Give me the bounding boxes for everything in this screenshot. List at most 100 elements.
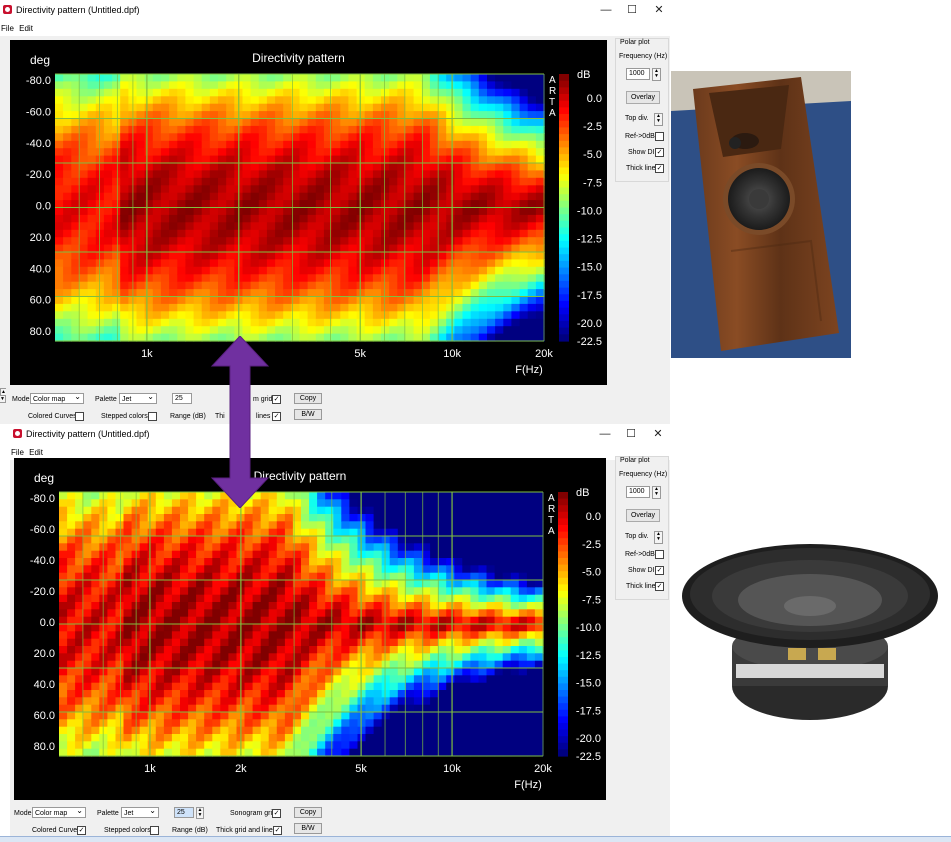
stepped-colors-checkbox[interactable] [150, 826, 159, 835]
window-title: Directivity pattern (Untitled.dpf) [16, 5, 140, 15]
frequency-input[interactable]: 1000 [626, 68, 650, 80]
title-bar[interactable]: Directivity pattern (Untitled.dpf) — ☐ ✕ [0, 0, 670, 22]
palette-select[interactable]: Jet [121, 805, 159, 818]
y-tick-label: 40.0 [30, 263, 51, 275]
ref-0db-checkbox[interactable] [655, 550, 664, 559]
y-tick-label: -60.0 [26, 106, 51, 118]
window-title: Directivity pattern (Untitled.dpf) [26, 429, 150, 439]
arta-watermark: A [548, 493, 555, 504]
maximize-button[interactable]: ☐ [620, 2, 644, 18]
y-tick-label: -40.0 [30, 555, 55, 567]
ref-0db-checkbox[interactable] [655, 132, 664, 141]
colorbar-tick-label: -22.5 [576, 751, 601, 763]
x-tick-label: 2k [235, 763, 247, 775]
palette-select[interactable]: Jet [119, 391, 157, 404]
colored-curves-checkbox[interactable] [75, 412, 84, 421]
thick-line-label: Thick line [626, 165, 656, 172]
y-unit-label: deg [34, 471, 54, 485]
sonogram-grid-checkbox[interactable]: ✓ [272, 809, 281, 818]
arta-watermark: R [548, 504, 555, 515]
frequency-spinner[interactable]: ▲ ▼ [652, 486, 661, 499]
mode-select[interactable]: Color map [32, 805, 86, 818]
show-di-checkbox[interactable]: ✓ [655, 566, 664, 575]
range-label: Range (dB) [170, 413, 206, 420]
colorbar-tick-label: -10.0 [576, 622, 601, 634]
bw-button[interactable]: B/W [294, 409, 322, 420]
frequency-label: Frequency (Hz) [619, 53, 668, 60]
show-di-checkbox[interactable]: ✓ [655, 148, 664, 157]
range-spinner[interactable]: ▲ ▼ [196, 807, 204, 819]
show-di-label: Show DI [628, 149, 655, 156]
colorbar-tick-label: -15.0 [577, 262, 602, 274]
colorbar-tick-label: -20.0 [577, 318, 602, 330]
x-tick-label: 1k [144, 763, 156, 775]
thick-grid-checkbox[interactable]: ✓ [272, 412, 281, 421]
colorbar-tick-label: -12.5 [576, 650, 601, 662]
comparison-arrow [210, 336, 270, 508]
colorbar-tick-label: 0.0 [587, 93, 602, 105]
arta-watermark: R [549, 86, 556, 97]
y-tick-label: -20.0 [26, 169, 51, 181]
y-tick-label: 60.0 [30, 295, 51, 307]
mode-label: Mode [12, 396, 30, 403]
maximize-button[interactable]: ☐ [619, 426, 643, 442]
app-icon [3, 5, 12, 14]
minimize-button[interactable]: — [593, 426, 617, 442]
colored-curves-checkbox[interactable]: ✓ [77, 826, 86, 835]
colorbar-tick-label: -17.5 [577, 290, 602, 302]
menu-bar: File Edit [0, 22, 670, 36]
bw-button[interactable]: B/W [294, 823, 322, 834]
menu-edit[interactable]: Edit [18, 22, 35, 33]
directivity-plot[interactable]: Directivity pattern deg -80.0 -60.0 -40.0 -20… [10, 40, 607, 385]
thick-grid-label: Thick grid and lines [216, 827, 277, 834]
directivity-plot[interactable]: Directivity pattern deg -80.0 -60.0 -40.0 -20… [14, 458, 606, 800]
close-button[interactable]: ✕ [647, 2, 670, 18]
menu-file[interactable]: File [10, 446, 26, 457]
colorbar-tick-label: -10.0 [577, 205, 602, 217]
minimize-button[interactable]: — [594, 2, 618, 18]
copy-button[interactable]: Copy [294, 807, 322, 818]
y-tick-label: -80.0 [26, 75, 51, 87]
overlay-button[interactable]: Overlay [626, 509, 660, 522]
colorbar-tick-label: 0.0 [586, 511, 601, 523]
directivity-window-top: Directivity pattern (Untitled.dpf) — ☐ ✕… [0, 0, 670, 424]
range-input[interactable]: 25 [174, 807, 194, 818]
speaker-cabinet-photo [671, 71, 851, 358]
y-tick-label: 0.0 [36, 201, 51, 213]
overlay-button[interactable]: Overlay [626, 91, 660, 104]
colorbar-tick-label: -15.0 [576, 678, 601, 690]
colorbar-tick-label: -22.5 [577, 336, 602, 348]
thick-grid-checkbox[interactable]: ✓ [273, 826, 282, 835]
colorbar-tick-label: -12.5 [577, 234, 602, 246]
x-tick-label: 10k [443, 763, 461, 775]
colorbar-tick-label: -20.0 [576, 733, 601, 745]
title-bar[interactable]: Directivity pattern (Untitled.dpf) — ☐ ✕ [10, 424, 670, 446]
stepped-colors-label: Stepped colors [104, 827, 151, 834]
settings-bar: Mode Color map Palette Jet 25 ▲▼ Colored… [0, 388, 670, 424]
top-div-spinner[interactable]: ▲ ▼ [654, 531, 663, 544]
top-div-spinner[interactable]: ▲ ▼ [654, 113, 663, 126]
menu-file[interactable]: File [0, 22, 16, 33]
frequency-label: Frequency (Hz) [619, 471, 668, 478]
range-spinner[interactable]: ▲ ▼ [0, 388, 6, 403]
y-unit-label: deg [30, 53, 50, 67]
palette-label: Palette [97, 810, 119, 817]
arta-watermark: A [549, 108, 556, 119]
frequency-spinner[interactable]: ▲ ▼ [652, 68, 661, 81]
frequency-input[interactable]: 1000 [626, 486, 650, 498]
close-button[interactable]: ✕ [646, 426, 670, 442]
top-div-label: Top div. [625, 533, 649, 540]
range-input[interactable]: 25 [172, 393, 192, 404]
stepped-colors-checkbox[interactable] [148, 412, 157, 421]
arta-watermark: T [549, 97, 555, 108]
x-unit-label: F(Hz) [515, 364, 543, 376]
sonogram-grid-checkbox[interactable]: ✓ [272, 395, 281, 404]
mode-select[interactable]: Color map [30, 391, 84, 404]
arta-watermark: A [548, 526, 555, 537]
thick-line-checkbox[interactable]: ✓ [655, 582, 664, 591]
copy-button[interactable]: Copy [294, 393, 322, 404]
ref-0db-label: Ref->0dB [625, 133, 655, 140]
menu-edit[interactable]: Edit [28, 446, 45, 457]
y-tick-label: -80.0 [30, 493, 55, 505]
thick-line-checkbox[interactable]: ✓ [655, 164, 664, 173]
